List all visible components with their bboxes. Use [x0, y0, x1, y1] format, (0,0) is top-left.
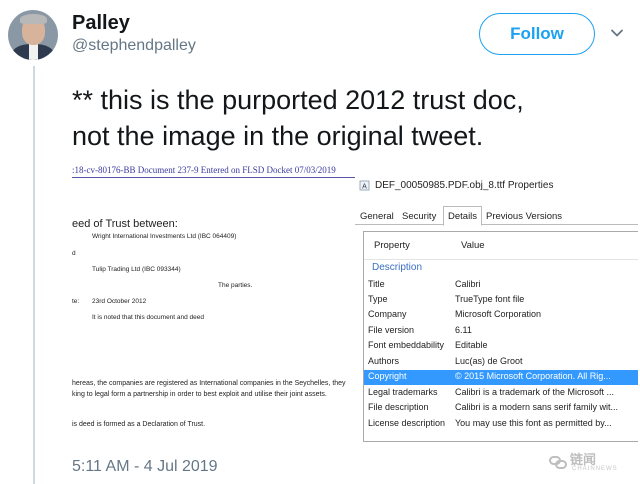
- tab-previous-versions[interactable]: Previous Versions: [483, 209, 565, 224]
- property-row[interactable]: Title Calibri: [364, 278, 638, 293]
- dialog-title: DEF_00050985.PDF.obj_8.ttf Properties: [375, 180, 554, 191]
- tweet-timestamp[interactable]: 5:11 AM - 4 Jul 2019: [72, 458, 218, 476]
- property-value: Microsoft Corporation: [455, 309, 542, 319]
- property-value: TrueType font file: [455, 294, 525, 304]
- property-key: File version: [368, 325, 415, 335]
- property-row[interactable]: Type TrueType font file: [364, 293, 638, 308]
- svg-text:A: A: [362, 184, 367, 191]
- property-row[interactable]: Font embeddability Editable: [364, 339, 638, 354]
- details-list: Property Value Description Title Calibri…: [363, 231, 638, 442]
- dialog-tab-bar: General Security Details Previous Versio…: [355, 205, 638, 226]
- property-key: File description: [368, 402, 429, 412]
- property-row[interactable]: Legal trademarks Calibri is a trademark …: [364, 386, 638, 401]
- property-value: Calibri: [455, 279, 481, 289]
- document-line: king to legal form a partnership in orde…: [72, 391, 327, 398]
- tweet-media-image[interactable]: :18-cv-80176-BB Document 237-9 Entered o…: [72, 160, 638, 442]
- tweet-text-line-2: not the image in the original tweet.: [72, 121, 484, 151]
- column-header-value[interactable]: Value: [461, 240, 485, 251]
- property-row[interactable]: File description Calibri is a modern san…: [364, 401, 638, 416]
- property-key: Title: [368, 279, 385, 289]
- watermark: 链闻 CHAINNEWS: [548, 448, 636, 476]
- font-file-icon: A: [359, 180, 370, 191]
- tweet-text-line-1: ** this is the purported 2012 trust doc,: [72, 85, 524, 115]
- display-name[interactable]: Palley: [72, 12, 130, 35]
- file-properties-dialog: A DEF_00050985.PDF.obj_8.ttf Properties …: [355, 175, 638, 442]
- document-line: hereas, the companies are registered as …: [72, 380, 346, 387]
- column-header-property[interactable]: Property: [374, 240, 410, 251]
- document-line: 23rd October 2012: [92, 298, 147, 305]
- property-value: 6.11: [455, 325, 472, 335]
- tab-general[interactable]: General: [357, 209, 397, 224]
- property-row[interactable]: Company Microsoft Corporation: [364, 308, 638, 323]
- document-line: is deed is formed as a Declaration of Tr…: [72, 421, 206, 428]
- user-handle[interactable]: @stephendpalley: [72, 37, 196, 55]
- document-line: d: [72, 250, 76, 257]
- group-label-description: Description: [372, 262, 423, 273]
- property-row[interactable]: File version 6.11: [364, 324, 638, 339]
- property-value: Calibri is a trademark of the Microsoft …: [455, 387, 615, 397]
- header-separator: [364, 259, 638, 260]
- property-key: Company: [368, 309, 407, 319]
- chevron-down-icon[interactable]: [610, 26, 624, 40]
- property-key: Legal trademarks: [368, 387, 438, 397]
- property-value: © 2015 Microsoft Corporation. All Rig...: [455, 371, 611, 381]
- document-line: te:: [72, 298, 80, 305]
- property-value: Luc(as) de Groot: [455, 356, 523, 366]
- avatar[interactable]: [8, 10, 58, 60]
- property-value: You may use this font as permitted by...: [455, 418, 612, 428]
- follow-button[interactable]: Follow: [479, 13, 595, 55]
- property-key: Type: [368, 294, 388, 304]
- document-line: Wright International Investments Ltd (IB…: [92, 233, 237, 240]
- property-row[interactable]: License description You may use this fon…: [364, 417, 638, 432]
- document-line: The parties.: [218, 282, 253, 289]
- document-header: :18-cv-80176-BB Document 237-9 Entered o…: [72, 165, 336, 175]
- property-key: Font embeddability: [368, 340, 445, 350]
- document-line: eed of Trust between:: [72, 218, 178, 230]
- watermark-logo-icon: [549, 456, 567, 469]
- tab-security[interactable]: Security: [399, 209, 439, 224]
- property-row-selected[interactable]: Copyright © 2015 Microsoft Corporation. …: [364, 370, 638, 385]
- document-line: It is noted that this document and deed: [92, 314, 205, 321]
- property-row[interactable]: Authors Luc(as) de Groot: [364, 355, 638, 370]
- dialog-title-bar: A DEF_00050985.PDF.obj_8.ttf Properties: [359, 180, 553, 191]
- document-line: Tulip Trading Ltd (IBC 093344): [92, 266, 181, 273]
- watermark-subtext: CHAINNEWS: [572, 466, 618, 472]
- property-value: Calibri is a modern sans serif family wi…: [455, 402, 619, 412]
- property-key: Authors: [368, 356, 400, 366]
- property-value: Editable: [455, 340, 488, 350]
- property-key: License description: [368, 418, 446, 428]
- tab-details[interactable]: Details: [443, 206, 483, 226]
- tweet-text: ** this is the purported 2012 trust doc,…: [72, 82, 632, 154]
- property-key: Copyright: [368, 371, 407, 381]
- thread-line: [33, 66, 35, 484]
